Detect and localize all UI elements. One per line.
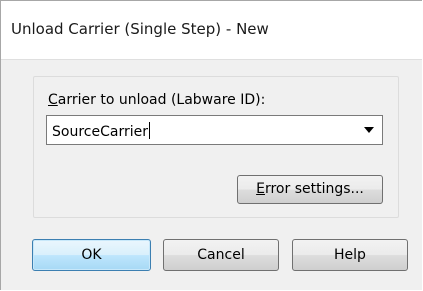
carrier-combobox[interactable]: SourceCarrier [46, 115, 383, 145]
ok-button[interactable]: OK [32, 239, 151, 271]
title-bar: Unload Carrier (Single Step) - New [1, 1, 422, 60]
error-settings-button[interactable]: Error settings... [237, 175, 383, 204]
carrier-combobox-value[interactable]: SourceCarrier [52, 122, 150, 140]
carrier-to-unload-label: Carrier to unload (Labware ID): [48, 92, 265, 108]
carrier-label-accelerator: C [48, 92, 58, 108]
dropdown-arrow-icon[interactable] [364, 127, 374, 133]
unload-carrier-dialog: Unload Carrier (Single Step) - New Carri… [0, 0, 422, 290]
error-settings-accelerator: E [256, 181, 265, 197]
cancel-button[interactable]: Cancel [163, 239, 279, 271]
help-button[interactable]: Help [292, 239, 408, 271]
carrier-value-text: SourceCarrier [52, 124, 148, 140]
window-title: Unload Carrier (Single Step) - New [11, 20, 269, 38]
text-caret [148, 122, 150, 139]
error-settings-label: rror settings... [264, 181, 364, 197]
carrier-label-text: arrier to unload (Labware ID): [57, 92, 266, 108]
